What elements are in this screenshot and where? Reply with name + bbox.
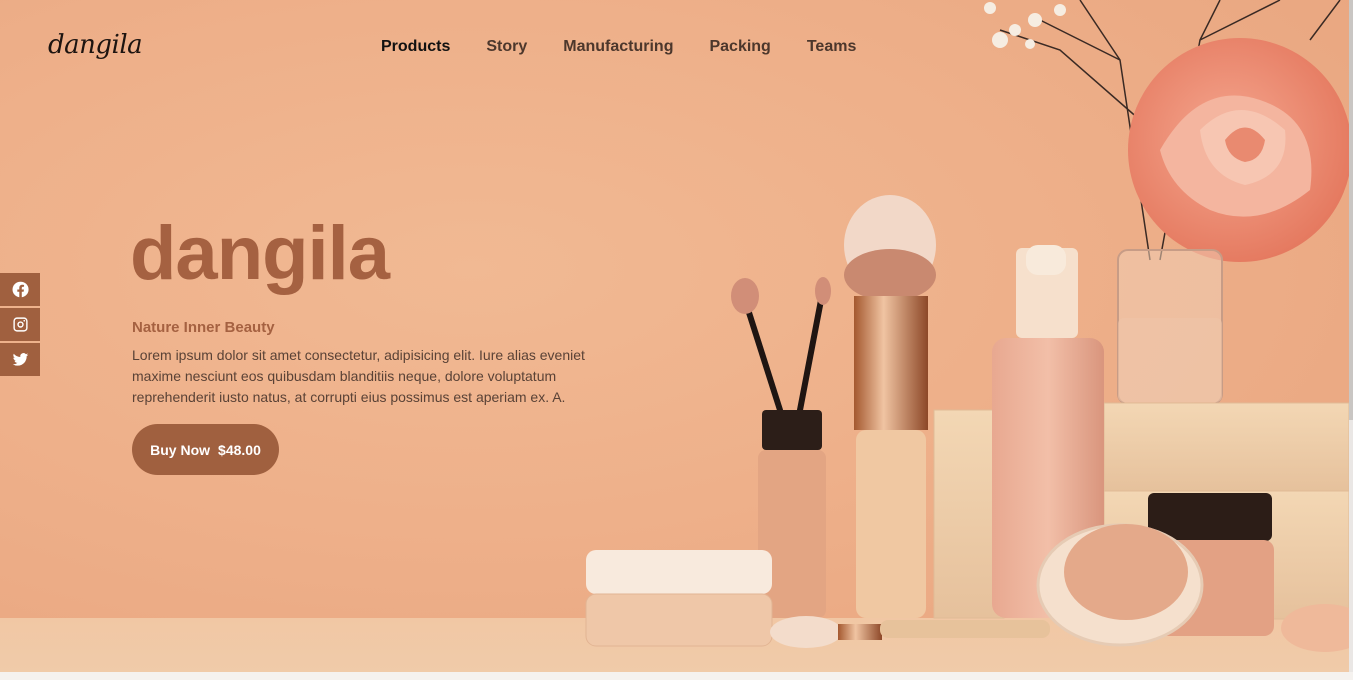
nav-item-teams[interactable]: Teams: [807, 38, 857, 56]
hero-title: dangila: [130, 211, 390, 296]
facebook-button[interactable]: [0, 273, 40, 306]
twitter-icon: [12, 353, 28, 366]
main-nav: Products Story Manufacturing Packing Tea…: [381, 38, 892, 56]
hero-description: Lorem ipsum dolor sit amet consectetur, …: [132, 347, 585, 405]
scrollbar-thumb[interactable]: [1349, 0, 1353, 420]
nav-item-manufacturing[interactable]: Manufacturing: [563, 38, 673, 56]
nav-item-products[interactable]: Products: [381, 38, 450, 56]
buy-now-button[interactable]: Buy Now $48.00: [132, 424, 279, 475]
hero-section: [0, 0, 1349, 672]
instagram-icon: [12, 317, 28, 332]
brand-logo[interactable]: dangila: [48, 30, 143, 60]
facebook-icon: [12, 281, 29, 298]
hero-subtitle: Nature Inner Beauty: [132, 319, 275, 336]
price-label: $48.00: [218, 441, 261, 458]
buy-now-label: Buy Now: [150, 441, 211, 458]
instagram-button[interactable]: [0, 308, 40, 341]
twitter-button[interactable]: [0, 343, 40, 376]
nav-item-packing[interactable]: Packing: [709, 38, 770, 56]
page-bottom-strip: [0, 672, 1353, 680]
cosmetics-product-image: [585, 0, 1349, 652]
nav-item-story[interactable]: Story: [486, 38, 527, 56]
social-links: [0, 273, 40, 378]
